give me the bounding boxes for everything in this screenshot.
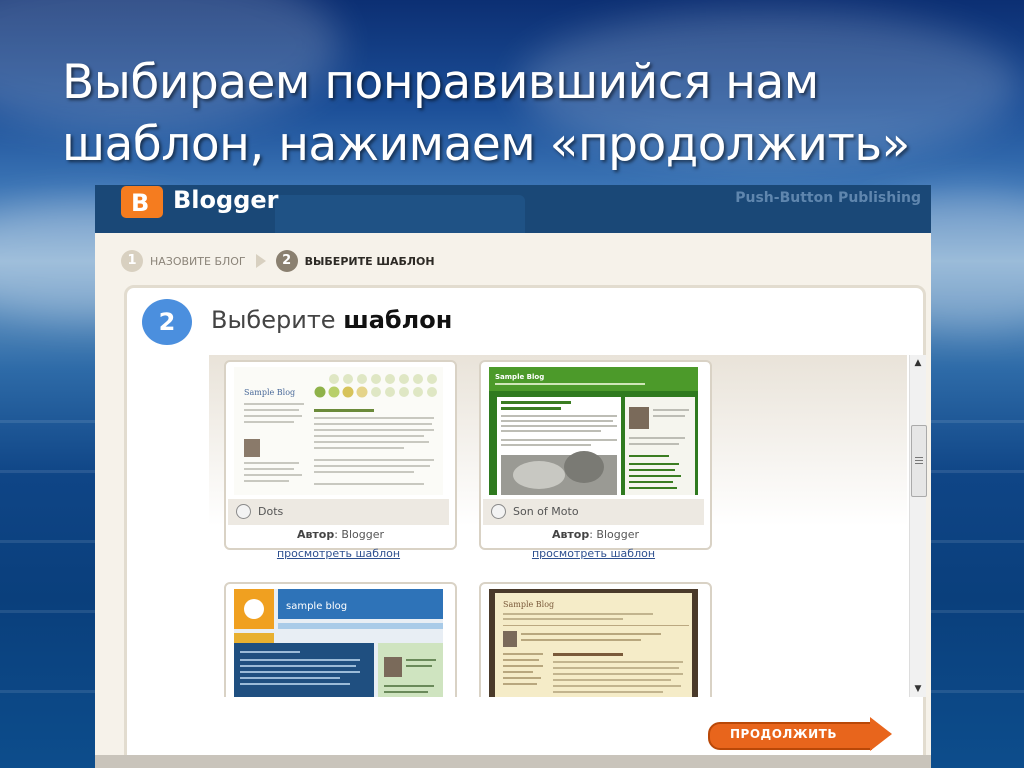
panel-heading: Выберите шаблон: [211, 306, 452, 334]
template-name-dots[interactable]: Dots: [258, 505, 283, 518]
template-author-son-of-moto: Автор: Blogger: [551, 528, 640, 541]
template-thumbnail-dots[interactable]: Sample Blog: [234, 367, 443, 495]
bottom-bar: [95, 755, 931, 768]
template-panel: 2 Выберите шаблон Sample Blog Dots Автор…: [124, 285, 927, 766]
template-card-dots[interactable]: Sample Blog Dots Автор: Blogger: [224, 360, 457, 550]
slide-title: Выбираем понравившийся нам шаблон, нажим…: [62, 52, 1002, 176]
thumb-title-dots: Sample Blog: [244, 388, 295, 397]
template-card-3[interactable]: sample blog: [224, 582, 457, 697]
wizard-steps: 1 НАЗОВИТЕ БЛОГ 2 ВЫБЕРИТЕ ШАБЛОН: [121, 249, 435, 273]
template-radio-son-of-moto[interactable]: [491, 504, 506, 519]
thumb-title-4: Sample Blog: [503, 600, 554, 609]
thumb-title-3: sample blog: [286, 601, 347, 612]
scroll-up-arrow-icon[interactable]: ▲: [910, 355, 926, 371]
continue-button[interactable]: ПРОДОЛЖИТЬ: [708, 717, 894, 751]
template-thumbnail-3[interactable]: sample blog: [234, 589, 443, 697]
slide-title-line-1: Выбираем понравившийся нам: [62, 55, 819, 110]
preview-template-link-dots[interactable]: просмотреть шаблон: [224, 547, 453, 560]
slide-title-line-2: шаблон, нажимаем «продолжить»: [62, 117, 910, 172]
template-gallery[interactable]: Sample Blog Dots Автор: Blogger просмотр…: [209, 355, 907, 697]
scroll-thumb[interactable]: [911, 425, 927, 497]
continue-button-label[interactable]: ПРОДОЛЖИТЬ: [730, 727, 837, 741]
template-card-4[interactable]: Sample Blog: [479, 582, 712, 697]
blogger-screenshot: B Blogger Push-Button Publishing 1 НАЗОВ…: [95, 185, 931, 768]
template-card-son-of-moto[interactable]: Sample Blog Son of Moto Автор: Blogger: [479, 360, 712, 550]
gallery-scrollbar[interactable]: ▲ ▼: [909, 355, 927, 697]
template-thumbnail-4[interactable]: Sample Blog: [489, 589, 698, 697]
panel-heading-normal: Выберите: [211, 306, 336, 334]
step-1-label: НАЗОВИТЕ БЛОГ: [150, 254, 246, 268]
arrow-right-icon: [870, 717, 892, 751]
blogger-logo-icon[interactable]: B: [121, 186, 163, 218]
step-arrow-icon: [255, 254, 266, 268]
blogger-logo-text[interactable]: Blogger: [173, 186, 278, 214]
thumb-title-son-of-moto: Sample Blog: [495, 373, 544, 381]
preview-template-link-son-of-moto[interactable]: просмотреть шаблон: [479, 547, 708, 560]
panel-heading-bold: шаблон: [343, 306, 453, 334]
template-select-row-son-of-moto[interactable]: Son of Moto: [483, 499, 704, 525]
panel-step-number: 2: [142, 299, 192, 345]
template-thumbnail-son-of-moto[interactable]: Sample Blog: [489, 367, 698, 495]
template-author-dots: Автор: Blogger: [296, 528, 385, 541]
scroll-down-arrow-icon[interactable]: ▼: [910, 681, 926, 697]
step-2-number: 2: [275, 250, 298, 272]
template-name-son-of-moto[interactable]: Son of Moto: [513, 505, 579, 518]
step-2-label: ВЫБЕРИТЕ ШАБЛОН: [304, 254, 435, 268]
template-radio-dots[interactable]: [236, 504, 251, 519]
step-1-number: 1: [121, 250, 143, 272]
blogger-header: B Blogger Push-Button Publishing: [95, 185, 931, 233]
template-select-row-dots[interactable]: Dots: [228, 499, 449, 525]
header-tagline: Push-Button Publishing: [735, 190, 921, 206]
